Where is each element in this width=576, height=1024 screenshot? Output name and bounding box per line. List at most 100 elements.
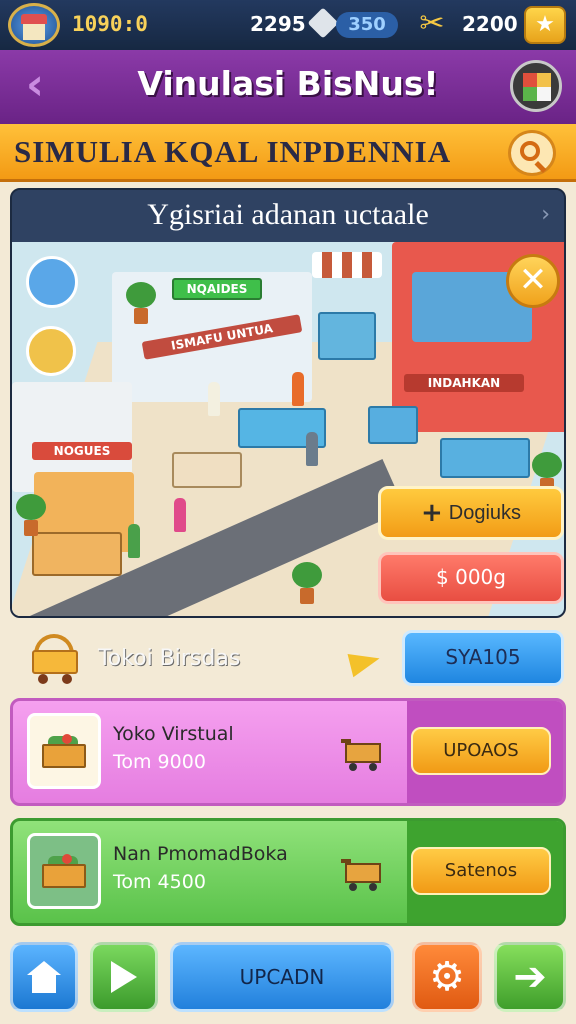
grid-menu-button[interactable]: [510, 60, 562, 112]
energy-counter: 350: [336, 12, 398, 38]
star-bonus-button[interactable]: ★: [524, 6, 566, 44]
grid-quad-icon: [537, 73, 551, 87]
basket-body-shape: [42, 744, 86, 768]
cart-box-shape: [345, 743, 381, 763]
back-button[interactable]: ‹: [10, 62, 60, 112]
arrow-next-icon: ➔: [513, 954, 547, 1000]
display-counter[interactable]: [172, 452, 242, 488]
plus-icon: +: [420, 498, 443, 528]
summary-row: Tokoi Birsdas SYA105: [0, 618, 576, 696]
grid-quad-icon: [523, 87, 537, 101]
cart-wheel-shape: [369, 763, 377, 771]
customer-figure[interactable]: [174, 498, 186, 532]
cart-icon: [341, 853, 387, 893]
search-handle-shape: [534, 160, 547, 174]
grocery-basket-icon: [42, 732, 90, 772]
store-thumbnail: [27, 713, 101, 789]
store-cost: Tom 4500: [113, 871, 206, 893]
scene-header: Ygisriai adanan uctaale ›: [12, 190, 564, 242]
shop-roof-shape: [21, 14, 47, 24]
home-button[interactable]: [10, 942, 78, 1012]
display-counter[interactable]: [440, 438, 530, 478]
plant-leaves-shape: [292, 562, 322, 588]
cash-register-icon[interactable]: [26, 326, 76, 376]
grocery-basket-icon: [42, 852, 90, 892]
chevron-right-icon[interactable]: ›: [541, 202, 550, 227]
play-icon: [111, 961, 137, 993]
search-icon: [520, 141, 540, 161]
shopping-basket-icon[interactable]: [26, 256, 78, 308]
settings-button[interactable]: ⚙: [412, 942, 482, 1012]
coins-counter: 1090:0: [72, 12, 148, 36]
basket-icon: [30, 632, 82, 684]
home-body-shape: [32, 975, 56, 993]
gear-icon: ⚙: [429, 954, 465, 1000]
plant-leaves-shape: [16, 494, 46, 520]
customer-figure[interactable]: [208, 382, 220, 416]
store-name: Yoko Virstual: [113, 723, 234, 745]
potted-plant: [16, 494, 46, 538]
bottom-nav: UPCADN ⚙ ➔: [0, 932, 576, 1024]
store-card[interactable]: Yoko Virstual Tom 9000 UPOAOS: [10, 698, 566, 806]
plant-pot-shape: [300, 588, 314, 604]
basket-body-shape: [32, 650, 78, 674]
cart-wheel-shape: [369, 883, 377, 891]
upgrade-button[interactable]: UPCADN: [170, 942, 394, 1012]
gem-icon: [307, 7, 339, 39]
customer-figure[interactable]: [292, 372, 304, 406]
store-cost: Tom 9000: [113, 751, 206, 773]
price-button[interactable]: $ 000g: [378, 552, 564, 604]
next-button[interactable]: ➔: [494, 942, 566, 1012]
awning: [312, 252, 382, 278]
cart-icon: [341, 733, 387, 773]
store-thumbnail: [27, 833, 101, 909]
scene-title: Ygisriai adanan uctaale: [147, 198, 429, 231]
cart-box-shape: [345, 863, 381, 883]
store-card[interactable]: Nan PmomadBoka Tom 4500 Satenos: [10, 818, 566, 926]
buy-button-label: Dogiuks: [448, 501, 522, 524]
grid-quad-icon: [523, 73, 537, 87]
store-name: Nan PmomadBoka: [113, 843, 288, 865]
buy-button[interactable]: + Dogiuks: [378, 486, 564, 540]
grid-quad-icon: [537, 87, 551, 101]
potted-plant: [292, 562, 322, 606]
customer-figure[interactable]: [306, 432, 318, 466]
store-upgrade-button[interactable]: UPOAOS: [411, 727, 551, 775]
store-sign-right: INDAHKAN: [404, 374, 524, 392]
shop-avatar-icon[interactable]: [8, 3, 60, 47]
checkout-counter[interactable]: [32, 532, 122, 576]
shop-wall-shape: [23, 24, 45, 40]
close-button[interactable]: ✕: [506, 254, 560, 308]
display-counter[interactable]: [368, 406, 418, 444]
plant-leaves-shape: [126, 282, 156, 308]
store-scene-panel: Ygisriai adanan uctaale › NQAIDES ISMAFU…: [10, 188, 566, 618]
gems-counter: 2295: [250, 12, 306, 36]
resource-bar: 1090:0 2295 350 ✂ 2200 ★: [0, 0, 576, 50]
home-roof-shape: [27, 961, 61, 975]
basket-produce-shape: [62, 854, 72, 864]
basket-wheel-shape: [38, 674, 48, 684]
basket-wheel-shape: [62, 674, 72, 684]
display-counter[interactable]: [318, 312, 376, 360]
xp-counter: 2200: [462, 12, 518, 36]
potted-plant: [126, 282, 156, 326]
arrow-right-icon: [347, 646, 383, 678]
plant-pot-shape: [134, 308, 148, 324]
search-button[interactable]: [508, 130, 556, 176]
banner-title: SIMULIA KQAL INPDENNIA: [14, 134, 452, 169]
cart-wheel-shape: [349, 763, 357, 771]
play-button[interactable]: [90, 942, 158, 1012]
summary-label: Tokoi Birsdas: [98, 646, 241, 671]
plant-pot-shape: [24, 520, 38, 536]
plant-leaves-shape: [532, 452, 562, 478]
tools-icon: ✂: [419, 6, 445, 41]
page-title: Vinulasi BisNus!: [137, 64, 439, 103]
title-bar: ‹ Vinulasi BisNus!: [0, 50, 576, 124]
customer-figure[interactable]: [128, 524, 140, 558]
store-settings-button[interactable]: Satenos: [411, 847, 551, 895]
status-button[interactable]: SYA105: [402, 630, 564, 686]
home-icon: [27, 961, 61, 993]
basket-body-shape: [42, 864, 86, 888]
banner: SIMULIA KQAL INPDENNIA: [0, 124, 576, 182]
store-sign-left: NOGUES: [32, 442, 132, 460]
